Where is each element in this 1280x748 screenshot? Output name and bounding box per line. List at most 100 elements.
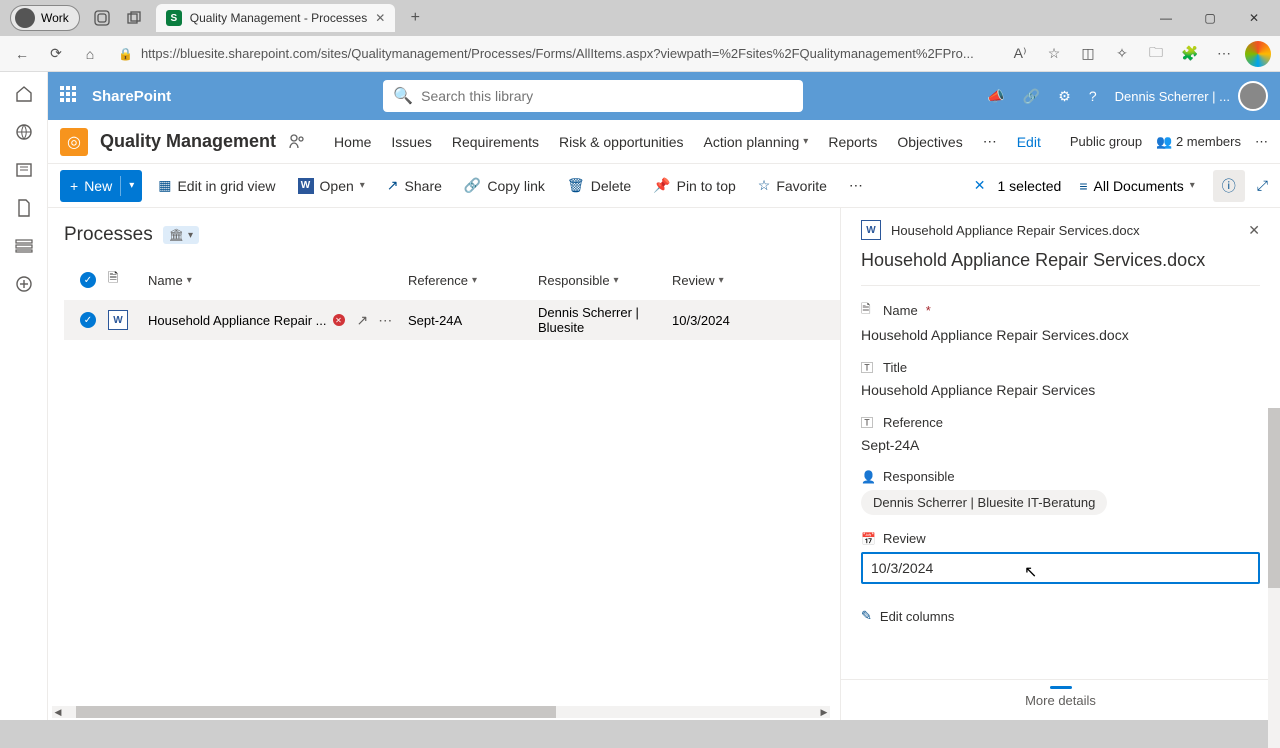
row-responsible: Dennis Scherrer | Bluesite: [538, 305, 672, 335]
browser-menu-icon[interactable]: ⋯: [1208, 38, 1240, 70]
rail-files-icon[interactable]: [14, 198, 34, 218]
favorites-bar-icon[interactable]: ✧: [1106, 38, 1138, 70]
pin-button[interactable]: 📌Pin to top: [647, 170, 742, 202]
horizontal-scrollbar[interactable]: ◀ ▶: [52, 706, 830, 718]
nav-overflow[interactable]: ⋯: [981, 129, 999, 154]
extensions-icon[interactable]: 🧩: [1174, 38, 1206, 70]
row-more-icon[interactable]: ⋯: [378, 312, 392, 329]
col-type-icon[interactable]: 🗎: [108, 269, 148, 291]
table-row[interactable]: ✓ Household Appliance Repair ... ✕ ↗ ⋯ S…: [64, 300, 840, 340]
split-screen-icon[interactable]: ◫: [1072, 38, 1104, 70]
url-text: https://bluesite.sharepoint.com/sites/Qu…: [141, 46, 974, 61]
col-name-header[interactable]: Name▾: [148, 273, 408, 288]
rail-home-icon[interactable]: [14, 84, 34, 104]
grip-icon: [1050, 686, 1072, 689]
copilot-icon[interactable]: [1242, 38, 1274, 70]
nav-edit[interactable]: Edit: [1015, 129, 1043, 154]
suite-brand[interactable]: SharePoint: [92, 88, 171, 105]
chevron-down-icon[interactable]: ▾: [129, 180, 134, 191]
clear-selection-icon[interactable]: ✕: [974, 177, 986, 194]
nav-action-planning[interactable]: Action planning ▾: [702, 129, 811, 154]
open-button[interactable]: WOpen▾: [292, 170, 371, 202]
view-switcher[interactable]: ≡ All Documents ▾: [1073, 178, 1200, 194]
edit-columns-link[interactable]: ✎ Edit columns: [861, 608, 1260, 624]
share-button[interactable]: ↗Share: [381, 170, 448, 202]
field-title-value[interactable]: Household Appliance Repair Services: [861, 382, 1260, 398]
details-pane-toggle[interactable]: ⓘ: [1213, 170, 1245, 202]
rail-lists-icon[interactable]: [14, 236, 34, 256]
new-button[interactable]: + New ▾: [60, 170, 142, 202]
site-nav: Home Issues Requirements Risk & opportun…: [332, 129, 1043, 154]
close-tab-icon[interactable]: ✕: [375, 11, 385, 25]
delete-button[interactable]: 🗑Delete: [561, 170, 637, 202]
site-name[interactable]: Quality Management: [100, 131, 276, 152]
sharepoint-favicon-icon: S: [166, 10, 182, 26]
close-window-button[interactable]: ✕: [1232, 2, 1276, 34]
settings-link-icon[interactable]: 🔗: [1023, 88, 1040, 105]
site-more-icon[interactable]: ⋯: [1255, 134, 1268, 150]
search-input[interactable]: [421, 88, 793, 104]
members-link[interactable]: 👥 2 members: [1156, 134, 1241, 150]
nav-objectives[interactable]: Objectives: [895, 129, 964, 154]
minimize-button[interactable]: —: [1144, 2, 1188, 34]
maximize-button[interactable]: ▢: [1188, 2, 1232, 34]
star-icon: ☆: [758, 177, 771, 194]
teams-icon[interactable]: [288, 132, 308, 152]
help-icon[interactable]: ?: [1089, 88, 1097, 104]
nav-back-button[interactable]: ←: [6, 38, 38, 70]
site-logo-icon[interactable]: ◎: [60, 128, 88, 156]
field-responsible-value[interactable]: Dennis Scherrer | Bluesite IT-Beratung: [861, 490, 1107, 515]
rail-news-icon[interactable]: [14, 160, 34, 180]
nav-risk[interactable]: Risk & opportunities: [557, 129, 686, 154]
col-reference-header[interactable]: Reference▾: [408, 273, 538, 288]
new-tab-button[interactable]: +: [401, 4, 429, 32]
scroll-left-icon[interactable]: ◀: [52, 707, 64, 718]
vertical-scrollbar[interactable]: [1268, 408, 1280, 748]
field-name-value[interactable]: Household Appliance Repair Services.docx: [861, 327, 1260, 343]
library-type-chip[interactable]: 🏛 ▾: [163, 226, 199, 244]
field-title-label: Title: [883, 360, 907, 375]
expand-icon[interactable]: ⤢: [1257, 177, 1268, 194]
nav-home[interactable]: Home: [332, 129, 373, 154]
browser-tab[interactable]: S Quality Management - Processes ✕: [156, 4, 395, 32]
workspaces-icon[interactable]: [86, 2, 118, 34]
edit-grid-button[interactable]: ▦Edit in grid view: [152, 170, 281, 202]
nav-home-button[interactable]: ⌂: [74, 38, 106, 70]
gear-icon[interactable]: ⚙: [1058, 88, 1071, 105]
more-details-toggle[interactable]: More details: [841, 679, 1280, 714]
scroll-right-icon[interactable]: ▶: [818, 707, 830, 718]
field-review-input[interactable]: [861, 552, 1260, 584]
file-icon: 🗎: [861, 300, 875, 321]
close-pane-icon[interactable]: ✕: [1248, 222, 1260, 239]
rail-globe-icon[interactable]: [14, 122, 34, 142]
collections-icon[interactable]: 🗀: [1140, 38, 1172, 70]
row-share-icon[interactable]: ↗: [357, 312, 369, 329]
app-launcher-icon[interactable]: [60, 86, 80, 106]
favorite-button[interactable]: ☆Favorite: [752, 170, 833, 202]
copy-link-button[interactable]: 🔗Copy link: [458, 170, 551, 202]
col-review-header[interactable]: Review▾: [672, 273, 792, 288]
row-checkbox[interactable]: ✓: [80, 312, 96, 328]
rail-create-icon[interactable]: [14, 274, 34, 294]
tab-actions-icon[interactable]: [118, 2, 150, 34]
select-all-checkbox[interactable]: ✓: [80, 272, 96, 288]
table-header: ✓ 🗎 Name▾ Reference▾ Responsible▾ Review…: [64, 260, 840, 300]
megaphone-icon[interactable]: 📣: [987, 88, 1004, 105]
app-left-rail: [0, 72, 48, 720]
nav-refresh-button[interactable]: ⟳: [40, 38, 72, 70]
nav-issues[interactable]: Issues: [389, 129, 433, 154]
browser-profile-pill[interactable]: Work: [10, 5, 80, 31]
nav-reports[interactable]: Reports: [826, 129, 879, 154]
user-chip[interactable]: Dennis Scherrer | ...: [1115, 81, 1268, 111]
chevron-down-icon: ▾: [187, 275, 192, 286]
search-box[interactable]: 🔍: [383, 80, 803, 112]
field-reference-value[interactable]: Sept-24A: [861, 437, 1260, 453]
read-aloud-icon[interactable]: A⁾: [1004, 38, 1036, 70]
list-icon: ≡: [1079, 178, 1087, 194]
nav-requirements[interactable]: Requirements: [450, 129, 541, 154]
profile-label: Work: [41, 11, 69, 25]
cmd-overflow[interactable]: ⋯: [843, 170, 869, 202]
col-responsible-header[interactable]: Responsible▾: [538, 273, 672, 288]
favorite-star-icon[interactable]: ☆: [1038, 38, 1070, 70]
url-field[interactable]: 🔒 https://bluesite.sharepoint.com/sites/…: [108, 40, 1002, 68]
